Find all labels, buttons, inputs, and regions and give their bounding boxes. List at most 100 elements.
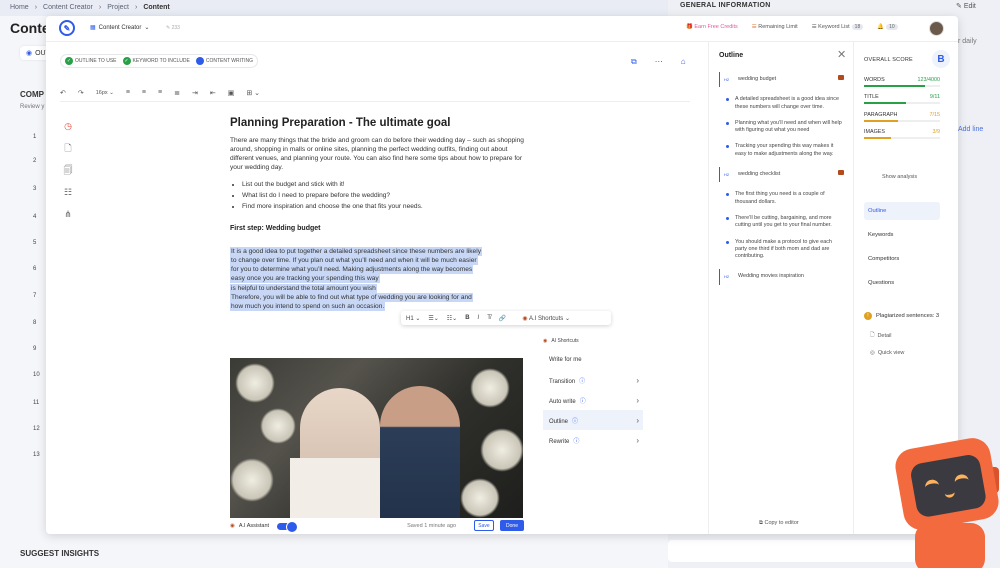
row-number: 3 (33, 186, 37, 192)
share-icon[interactable]: ⋔ (63, 208, 73, 220)
bold-icon[interactable]: B (465, 315, 469, 321)
bell-icon: 🔔 (877, 24, 885, 30)
document-body[interactable]: Planning Preparation - The ultimate goal… (230, 116, 525, 311)
document-title[interactable]: Planning Preparation - The ultimate goal (230, 116, 525, 132)
plagiarized-sentences: ! Plagiarized sentences: 3 (864, 312, 954, 320)
add-line-link[interactable]: Add line (958, 126, 983, 133)
step-outline[interactable]: ✓ OUTLINE TO USE (65, 57, 117, 65)
align-left-icon[interactable]: ≡ (126, 89, 130, 96)
list-item[interactable]: Find more inspiration and choose the one… (242, 202, 525, 211)
metric-words: WORDS 123/4000 (864, 77, 940, 87)
file-copy-icon[interactable]: 🗐 (63, 164, 73, 176)
word-count: ✎ 233 (166, 25, 180, 31)
ai-shortcuts-dropdown[interactable]: ◉ A.I Shortcuts ⌄ (522, 315, 570, 322)
save-button[interactable]: Save (474, 520, 494, 531)
topbar-actions: 🎁 Earn Free Credits ☰ Remaining Limit ☰ … (686, 24, 898, 30)
done-button[interactable]: Done (500, 520, 524, 531)
chevron-right-icon: › (636, 415, 639, 425)
quick-view-link[interactable]: ◎ Quick view (870, 350, 904, 356)
breadcrumb-creator[interactable]: Content Creator (43, 4, 93, 11)
remaining-limit-button[interactable]: ☰ Remaining Limit (752, 24, 798, 30)
current-step-icon (195, 57, 204, 65)
outline-point[interactable]: A detailed spreadsheet is a good idea si… (719, 96, 844, 111)
nav-questions[interactable]: Questions (864, 274, 940, 292)
outline-heading[interactable]: H2 Wedding movies inspiration (719, 269, 844, 285)
menu-item-rewrite[interactable]: Rewrite ⓘ › (543, 430, 643, 450)
copy-icon[interactable]: ⧉ (631, 57, 637, 67)
breadcrumb-project[interactable]: Project (107, 4, 129, 11)
numbered-list-icon[interactable]: ☷⌄ (447, 315, 457, 322)
copy-to-editor-button[interactable]: ⧉ Copy to editor (759, 520, 799, 527)
list-item[interactable]: List out the budget and stick with it! (242, 180, 525, 189)
bullet-list-icon[interactable]: ☰⌄ (428, 315, 438, 322)
outline-point[interactable]: There’ll be cutting, bargaining, and mor… (719, 215, 844, 230)
table-icon[interactable]: ⊞ ⌄ (246, 89, 260, 97)
menu-item-transition[interactable]: Transition ⓘ › (543, 370, 643, 390)
robot-icon: ◉ (230, 523, 235, 529)
score-grade: B (932, 50, 950, 68)
info-icon: ⓘ (579, 378, 586, 385)
italic-icon[interactable]: I (478, 315, 480, 321)
breadcrumb: Home › Content Creator › Project › Content (10, 4, 170, 11)
breadcrumb-home[interactable]: Home (10, 4, 29, 11)
align-center-icon[interactable]: ≡ (142, 89, 146, 96)
pencil-icon: ✎ (956, 3, 964, 10)
wedding-photo[interactable] (230, 358, 523, 518)
notification-button[interactable]: 🔔 10 (877, 24, 898, 30)
chevron-right-icon: › (636, 395, 639, 405)
outline-point[interactable]: Tracking your spending this way makes it… (719, 143, 844, 158)
menu-item-outline[interactable]: Outline ⓘ › (543, 410, 643, 430)
heading-select[interactable]: H1 ⌄ (406, 315, 420, 322)
selected-paragraph[interactable]: It is a good idea to put together a deta… (230, 247, 525, 311)
general-information-heading: GENERAL INFORMATION (680, 2, 771, 9)
metric-title: TITLE 9/11 (864, 94, 940, 104)
timer-icon[interactable]: ◷ (63, 120, 73, 132)
outline-heading[interactable]: H2 wedding checklist (719, 167, 844, 183)
menu-item-write-for-me[interactable]: Write for me (543, 350, 643, 370)
clear-format-icon[interactable]: T̸ (487, 315, 491, 321)
bank-icon[interactable]: ⌂ (681, 57, 686, 67)
outline-point[interactable]: You should make a protocol to give each … (719, 239, 844, 261)
show-analysis-link[interactable]: Show analysis (882, 174, 917, 180)
align-justify-icon[interactable]: ≣ (174, 89, 180, 97)
redo-icon[interactable]: ↷ (78, 89, 84, 97)
outline-point[interactable]: Planning what you’ll need and when will … (719, 120, 844, 135)
outdent-icon[interactable]: ⇤ (210, 89, 216, 97)
earn-credits-button[interactable]: 🎁 Earn Free Credits (686, 24, 738, 30)
outline-heading[interactable]: H2 wedding budget (719, 72, 844, 88)
robot-icon (838, 170, 844, 176)
document-icon[interactable]: 🗋 (63, 142, 73, 154)
notes-icon[interactable]: ☷ (63, 186, 73, 198)
keyword-list-button[interactable]: ☰ Keyword List 18 (812, 24, 864, 30)
image-icon[interactable]: ▣ (228, 89, 235, 97)
outline-point[interactable]: The first thing you need is a couple of … (719, 191, 844, 206)
align-right-icon[interactable]: ≡ (158, 89, 162, 96)
user-avatar[interactable] (929, 21, 944, 36)
robot-mascot-icon[interactable] (892, 435, 1000, 568)
step-heading[interactable]: First step: Wedding budget (230, 224, 525, 234)
app-logo-icon[interactable]: ✎ (59, 20, 75, 36)
close-icon[interactable]: ✕ (837, 48, 846, 61)
menu-item-auto-write[interactable]: Auto write ⓘ › (543, 390, 643, 410)
more-icon[interactable]: ⋯ (655, 57, 663, 67)
list-item[interactable]: What list do I need to prepare before th… (242, 191, 525, 200)
step-keyword[interactable]: ✓ KEYWORD TO INCLUDE (122, 57, 190, 65)
nav-outline[interactable]: Outline (864, 202, 940, 220)
robot-icon: ◉ (522, 315, 529, 322)
row-number: 12 (33, 426, 40, 432)
link-icon[interactable]: 🔗 (499, 315, 506, 322)
assistant-toggle[interactable] (277, 521, 299, 533)
eye-icon: ◎ (870, 350, 875, 356)
nav-competitors[interactable]: Competitors (864, 250, 940, 268)
indent-icon[interactable]: ⇥ (192, 89, 198, 97)
content-creator-dropdown[interactable]: ▦ Content Creator ⌄ (90, 24, 149, 32)
undo-icon[interactable]: ↶ (60, 89, 66, 97)
detail-link[interactable]: 🗋 Detail (870, 331, 892, 340)
edit-link[interactable]: ✎ Edit (956, 2, 976, 10)
check-icon: ✓ (122, 57, 131, 65)
nav-keywords[interactable]: Keywords (864, 226, 940, 244)
intro-paragraph[interactable]: There are many things that the bride and… (230, 136, 525, 172)
step-writing[interactable]: CONTENT WRITING (195, 57, 253, 65)
info-icon: ⓘ (573, 438, 580, 445)
font-size-select[interactable]: 16px ⌄ (96, 90, 114, 96)
